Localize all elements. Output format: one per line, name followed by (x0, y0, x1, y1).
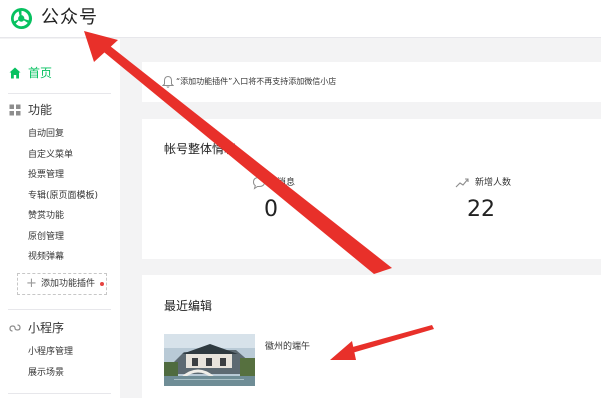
sidebar-subitem-display-scene[interactable]: 展示场景 (28, 364, 118, 382)
sidebar-subitem-custom-menu[interactable]: 自定义菜单 (28, 146, 118, 164)
sidebar-subitem-reward[interactable]: 赞赏功能 (28, 207, 118, 225)
stat-new-followers[interactable]: 新增人数 22 (455, 173, 585, 233)
wechat-official-account-logo-icon[interactable] (10, 7, 33, 30)
sidebar-item-home[interactable]: 首页 (0, 62, 120, 84)
sidebar-item-features[interactable]: 功能 (0, 99, 120, 121)
bell-icon (162, 75, 174, 88)
stat-new-messages-value: 0 (264, 197, 278, 222)
account-overview-title: 帐号整体情况 (164, 142, 237, 156)
sidebar-subitem-original[interactable]: 原创管理 (28, 228, 118, 246)
sidebar-item-home-label: 首页 (28, 66, 53, 80)
article-thumbnail[interactable] (164, 334, 255, 386)
sidebar-item-miniprogram-label: 小程序 (28, 321, 65, 335)
article-title[interactable]: 徽州的端午 (265, 339, 310, 352)
top-bar: 公众号 (0, 0, 601, 38)
notice-bar: “添加功能插件”入口将不再支持添加微信小店 (142, 62, 601, 102)
sidebar-subitem-miniprogram-management[interactable]: 小程序管理 (28, 343, 118, 361)
stat-new-messages-label: 新消息 (268, 178, 296, 188)
sidebar-subitem-album[interactable]: 专辑(原页面模板) (28, 187, 118, 205)
sidebar-item-features-label: 功能 (28, 103, 53, 117)
stat-new-messages[interactable]: 新消息 0 (250, 173, 380, 233)
mini-program-icon (9, 324, 21, 332)
notification-dot (100, 282, 104, 286)
sidebar: 首页 功能 自动回复 自定义菜单 投票管理 专辑(原页面模板) 赞赏功能 原创管… (0, 39, 120, 398)
home-icon (9, 67, 21, 79)
divider (8, 393, 111, 394)
sidebar-subitem-vote-management[interactable]: 投票管理 (28, 166, 118, 184)
brand-name[interactable]: 公众号 (41, 7, 98, 29)
account-overview-card: 帐号整体情况 新消息 0 新增人数 22 (142, 119, 601, 259)
plus-icon: + (26, 276, 37, 291)
stat-new-followers-value: 22 (467, 197, 495, 222)
chat-bubble-icon (252, 176, 266, 190)
divider (8, 309, 111, 310)
sidebar-subitem-auto-reply[interactable]: 自动回复 (28, 125, 118, 143)
add-plugin-button[interactable]: + 添加功能插件 (17, 273, 107, 295)
sidebar-subitem-video-danmaku[interactable]: 视频弹幕 (28, 248, 118, 266)
recent-edits-card: 最近编辑 徽州的端午 (142, 275, 601, 398)
notice-text: “添加功能插件”入口将不再支持添加微信小店 (176, 77, 337, 86)
add-plugin-label: 添加功能插件 (41, 279, 96, 289)
stat-new-followers-label: 新增人数 (475, 178, 512, 188)
grid-icon (9, 104, 21, 116)
trend-up-icon (455, 178, 469, 188)
recent-edits-title: 最近编辑 (164, 299, 213, 313)
sidebar-item-miniprogram[interactable]: 小程序 (0, 317, 120, 339)
divider (8, 93, 111, 94)
